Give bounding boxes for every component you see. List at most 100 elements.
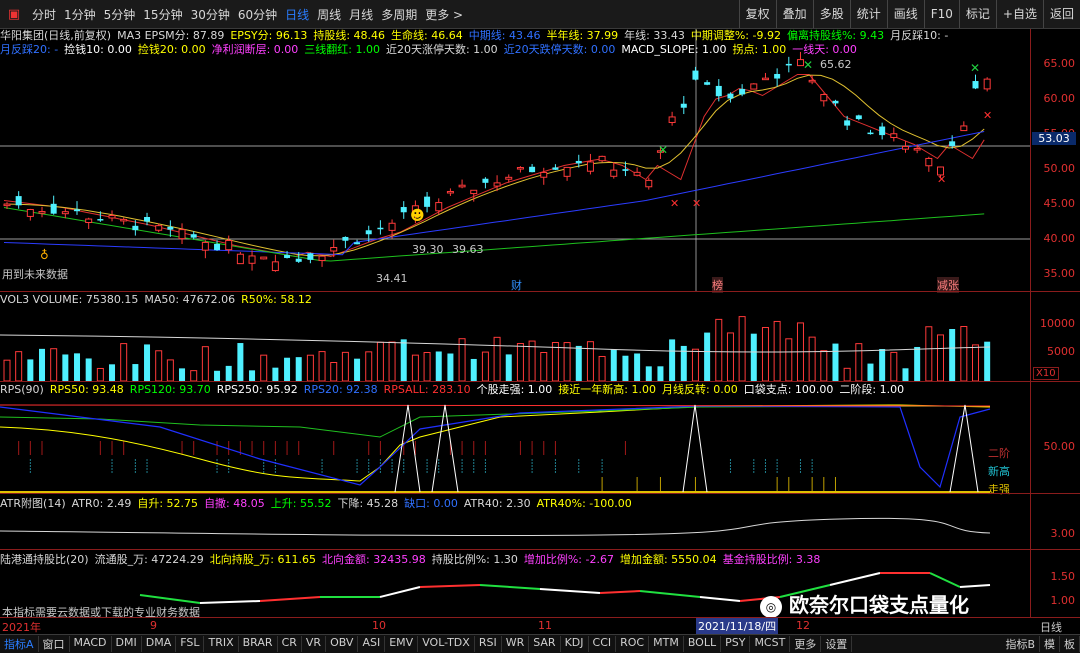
- toolbar-button-6[interactable]: 标记: [958, 0, 996, 28]
- period-tab-8[interactable]: 月线: [345, 6, 377, 23]
- volume-bar: [575, 345, 582, 381]
- candle-body: [435, 202, 443, 212]
- hk-connect-segment: [259, 596, 321, 602]
- candlestick-chart[interactable]: ✕ ✕ ✕ ✕ ✕ ✕ ✕ 用到未来数据 34.41 39.30 39.63 65.62 财…: [0, 29, 1030, 293]
- toolbar-button-7[interactable]: +自选: [995, 0, 1043, 28]
- toolbar-button-8[interactable]: 返回: [1042, 0, 1080, 28]
- hk-connect-segment: [829, 572, 881, 586]
- volume-bar: [354, 358, 361, 381]
- indicator-tab-4[interactable]: DMA: [142, 636, 177, 652]
- indicator-tab-7[interactable]: BRAR: [239, 636, 278, 652]
- period-tab-5[interactable]: 60分钟: [234, 6, 281, 23]
- period-tab-3[interactable]: 15分钟: [139, 6, 186, 23]
- volume-bar: [260, 354, 268, 381]
- indicator-tab-16[interactable]: SAR: [529, 636, 561, 652]
- indicator-tab-15[interactable]: WR: [502, 636, 530, 652]
- period-tab-10[interactable]: 更多 >: [421, 6, 467, 23]
- volume-bar: [726, 332, 734, 381]
- candle-body: [85, 218, 93, 224]
- indicator-tab-3[interactable]: DMI: [112, 636, 142, 652]
- candle-body: [342, 236, 349, 241]
- candle-body: [26, 209, 34, 217]
- indicator-value: ATR40: 2.30: [463, 497, 531, 510]
- period-tab-6[interactable]: 日线: [281, 6, 313, 23]
- sell-marker: ✕: [670, 197, 679, 210]
- candle-body: [529, 166, 536, 173]
- axis-tick-label: 35.00: [1043, 267, 1076, 280]
- candle-body: [15, 196, 22, 206]
- volume-bar: [341, 351, 349, 381]
- toolbar-button-4[interactable]: 画线: [886, 0, 924, 28]
- indicator-value: RPS250: 95.92: [216, 383, 298, 396]
- toolbar-button-5[interactable]: F10: [923, 0, 959, 28]
- period-tab-2[interactable]: 5分钟: [100, 6, 140, 23]
- volume-bar: [411, 354, 419, 381]
- indicator-tab-12[interactable]: EMV: [385, 636, 419, 652]
- indicator-tab-8[interactable]: CR: [278, 636, 302, 652]
- indicator-value: RPS(90): [0, 383, 44, 396]
- indicator-tab-1[interactable]: 窗口: [39, 636, 70, 652]
- period-label[interactable]: 日线: [1040, 619, 1062, 635]
- hk-connect-segment: [419, 584, 481, 588]
- volume-bar: [330, 361, 338, 381]
- indicator-value: 缺口: 0.00: [404, 497, 458, 510]
- hk-connect-chart[interactable]: 本指标需要云数据或下载的专业财务数据 ◎ 欧奈尔口袋支点量化: [0, 567, 1030, 619]
- volume-bar: [645, 366, 652, 381]
- indicator-tab-18[interactable]: CCI: [589, 636, 617, 652]
- candle-body: [470, 189, 478, 195]
- indicator-tab-14[interactable]: RSI: [475, 636, 502, 652]
- period-toolbar: ▣ 分时 1分钟 5分钟 15分钟 30分钟 60分钟 日线 周线 月线 多周期 更多 > 复权 叠加…: [0, 0, 1080, 29]
- indicator-b-tab-0[interactable]: 指标B: [1001, 636, 1040, 652]
- indicator-tab-5[interactable]: FSL: [176, 636, 205, 652]
- candle-body: [610, 169, 618, 177]
- indicator-tab-11[interactable]: ASI: [358, 636, 386, 652]
- indicator-b-tab-1[interactable]: 模: [1040, 636, 1060, 652]
- volume-chart[interactable]: [0, 307, 1030, 381]
- indicator-tab-20[interactable]: MTM: [649, 636, 684, 652]
- period-tab-4[interactable]: 30分钟: [187, 6, 234, 23]
- indicator-tab-2[interactable]: MACD: [70, 636, 112, 652]
- period-tab-7[interactable]: 周线: [313, 6, 345, 23]
- candle-body: [901, 145, 909, 150]
- candle-body: [925, 157, 933, 167]
- toolbar-button-3[interactable]: 统计: [849, 0, 887, 28]
- toolbar-button-1[interactable]: 叠加: [775, 0, 813, 28]
- indicator-tab-0[interactable]: 指标A: [0, 636, 39, 652]
- volume-bar: [120, 343, 128, 381]
- period-tab-9[interactable]: 多周期: [377, 6, 421, 23]
- indicator-tab-6[interactable]: TRIX: [204, 636, 239, 652]
- indicator-value: 月线反转: 0.00: [662, 383, 738, 396]
- indicator-tab-21[interactable]: BOLL: [684, 636, 722, 652]
- indicator-tab-13[interactable]: VOL-TDX: [418, 636, 475, 652]
- indicator-tab-25[interactable]: 设置: [821, 636, 853, 652]
- indicator-b-tab-2[interactable]: 板: [1060, 636, 1080, 652]
- indicator-tab-10[interactable]: OBV: [326, 636, 359, 652]
- volume-bar: [936, 334, 944, 381]
- volume-bar: [493, 336, 501, 381]
- atr-chart[interactable]: [0, 511, 1030, 549]
- candle-body: [155, 225, 163, 231]
- candle-body: [144, 216, 151, 222]
- indicator-tab-19[interactable]: ROC: [616, 636, 650, 652]
- volume-bar: [132, 364, 139, 381]
- indicator-tab-22[interactable]: PSY: [721, 636, 751, 652]
- indicator-tab-17[interactable]: KDJ: [561, 636, 589, 652]
- rps-chart[interactable]: 二阶 新高 走强: [0, 397, 1030, 496]
- indicator-tab-24[interactable]: 更多: [790, 636, 822, 652]
- candle-body: [295, 258, 302, 262]
- menu-icon[interactable]: ▣: [0, 7, 28, 22]
- candle-body: [552, 167, 559, 170]
- toolbar-button-0[interactable]: 复权: [738, 0, 776, 28]
- indicator-tab-23[interactable]: MCST: [750, 636, 791, 652]
- volume-bar: [50, 348, 58, 381]
- volume-bar: [85, 358, 92, 381]
- period-tab-1[interactable]: 1分钟: [60, 6, 100, 23]
- period-tab-0[interactable]: 分时: [28, 6, 60, 23]
- volume-bar: [808, 336, 816, 381]
- candle-body: [458, 184, 466, 188]
- volume-bar: [634, 353, 641, 381]
- toolbar-button-2[interactable]: 多股: [812, 0, 850, 28]
- volume-bar: [400, 339, 407, 381]
- indicator-tab-9[interactable]: VR: [302, 636, 327, 652]
- indicator-value: ATR附图(14): [0, 497, 66, 510]
